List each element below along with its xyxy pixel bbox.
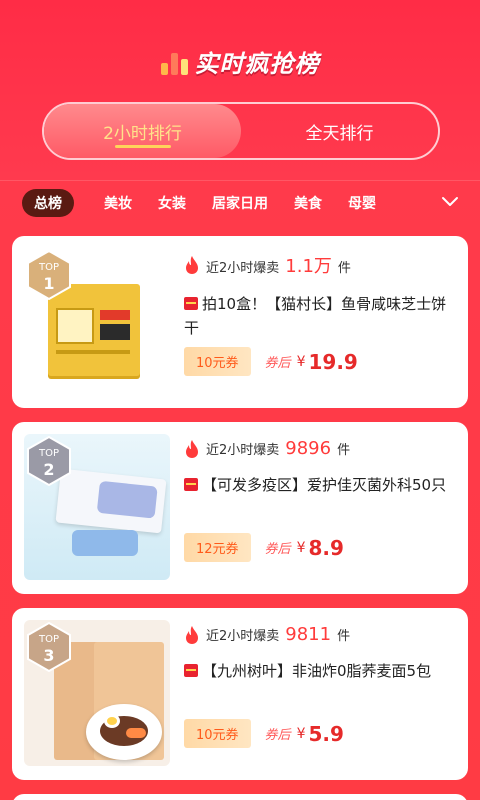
after-coupon-label: 券后 — [264, 728, 291, 743]
sales-line: 近2小时爆卖 9811 件 — [184, 624, 456, 645]
rank-top-label: TOP — [38, 634, 59, 645]
product-info: 近2小时爆卖 9811 件 【九州树叶】非油炸0脂荞麦面5包 10元券 券后 ¥… — [170, 620, 456, 768]
sales-unit: 件 — [337, 443, 351, 458]
currency-symbol: ¥ — [296, 539, 306, 556]
sales-unit: 件 — [337, 629, 351, 644]
sales-prefix: 近2小时爆卖 — [206, 261, 280, 276]
product-card[interactable]: TOP 1 近2小时爆卖 1.1万 件 拍10盒！【猫村长】鱼骨咸味芝士饼干 1… — [12, 236, 468, 408]
title-wrap: 实时疯抢榜 — [0, 44, 480, 79]
noodle-bowl-art — [86, 704, 162, 760]
header: 实时疯抢榜 2小时排行 全天排行 — [0, 0, 480, 180]
coupon-badge[interactable]: 12元券 — [184, 533, 251, 562]
fire-icon — [186, 625, 198, 644]
coupon-badge[interactable]: 10元券 — [184, 347, 251, 376]
coupon-badge[interactable]: 10元券 — [184, 719, 251, 748]
product-list: TOP 1 近2小时爆卖 1.1万 件 拍10盒！【猫村长】鱼骨咸味芝士饼干 1… — [12, 236, 468, 794]
sales-number: 9896 — [285, 438, 332, 459]
product-image[interactable]: TOP 1 — [24, 248, 170, 394]
category-all[interactable]: 总榜 — [22, 188, 74, 217]
after-coupon-label: 券后 — [264, 542, 291, 557]
category-womens-wear[interactable]: 女装 — [158, 193, 186, 213]
ranking-bars-icon — [160, 49, 189, 75]
mask-art — [72, 530, 138, 556]
product-info: 近2小时爆卖 9896 件 【可发多疫区】爱护佳灭菌外科50只 12元券 券后 … — [170, 434, 456, 582]
active-tab-underline — [114, 145, 171, 148]
product-name-text: 【可发多疫区】爱护佳灭菌外科50只 — [202, 476, 447, 494]
product-name[interactable]: 【九州树叶】非油炸0脂荞麦面5包 — [184, 659, 456, 683]
sales-line: 近2小时爆卖 1.1万 件 — [184, 252, 456, 278]
sales-prefix: 近2小时爆卖 — [206, 629, 280, 644]
price-row: 10元券 券后 ¥ 5.9 — [184, 719, 344, 748]
product-card[interactable]: TOP 2 近2小时爆卖 9896 件 【可发多疫区】爱护佳灭菌外科50只 12… — [12, 422, 468, 594]
tab-label: 2小时排行 — [103, 123, 182, 144]
category-baby[interactable]: 母婴 — [348, 193, 376, 213]
product-card[interactable]: TOP 3 近2小时爆卖 9811 件 【九州树叶】非油炸0脂荞麦面5包 10元… — [12, 608, 468, 780]
page-title: 实时疯抢榜 — [194, 50, 320, 78]
mask-package-art — [55, 468, 167, 534]
tab-label: 全天排行 — [305, 123, 374, 144]
category-home[interactable]: 居家日用 — [212, 193, 268, 213]
price: 19.9 — [308, 349, 358, 374]
rank-top-label: TOP — [38, 448, 59, 459]
chevron-down-icon[interactable] — [440, 191, 460, 211]
product-name-text: 拍10盒！【猫村长】鱼骨咸味芝士饼干 — [184, 295, 447, 337]
product-info: 近2小时爆卖 1.1万 件 拍10盒！【猫村长】鱼骨咸味芝士饼干 10元券 券后… — [170, 248, 456, 396]
sales-unit: 件 — [337, 261, 351, 276]
tab-2-hour-ranking[interactable]: 2小时排行 — [44, 104, 241, 158]
product-image[interactable]: TOP 3 — [24, 620, 170, 766]
price: 5.9 — [308, 721, 344, 746]
after-coupon-label: 券后 — [264, 356, 291, 371]
category-food[interactable]: 美食 — [294, 193, 322, 213]
sales-number: 9811 — [285, 624, 332, 645]
category-bar: 总榜 美妆 女装 居家日用 美食 母婴 — [0, 180, 480, 224]
rank-number: 3 — [43, 646, 55, 665]
red-envelope-icon — [184, 664, 198, 677]
sales-line: 近2小时爆卖 9896 件 — [184, 438, 456, 459]
sales-number: 1.1万 — [285, 256, 332, 277]
product-image[interactable]: TOP 2 — [24, 434, 170, 580]
currency-symbol: ¥ — [296, 725, 306, 742]
price-row: 10元券 券后 ¥ 19.9 — [184, 347, 358, 376]
product-name-text: 【九州树叶】非油炸0脂荞麦面5包 — [202, 662, 432, 680]
tab-all-day-ranking[interactable]: 全天排行 — [241, 104, 438, 158]
red-envelope-icon — [184, 478, 198, 491]
ranking-tab-switch: 2小时排行 全天排行 — [42, 102, 440, 160]
price: 8.9 — [308, 535, 344, 560]
red-envelope-icon — [184, 297, 198, 310]
product-name[interactable]: 拍10盒！【猫村长】鱼骨咸味芝士饼干 — [184, 292, 456, 340]
fire-icon — [186, 256, 198, 274]
product-name[interactable]: 【可发多疫区】爱护佳灭菌外科50只 — [184, 473, 456, 497]
next-product-card-edge — [12, 794, 468, 800]
rank-number: 2 — [43, 460, 55, 479]
fire-icon — [186, 439, 198, 458]
category-beauty[interactable]: 美妆 — [104, 193, 132, 213]
currency-symbol: ¥ — [296, 353, 306, 370]
rank-number: 1 — [43, 274, 55, 293]
sales-prefix: 近2小时爆卖 — [206, 443, 280, 458]
price-row: 12元券 券后 ¥ 8.9 — [184, 533, 344, 562]
rank-top-label: TOP — [38, 262, 59, 273]
